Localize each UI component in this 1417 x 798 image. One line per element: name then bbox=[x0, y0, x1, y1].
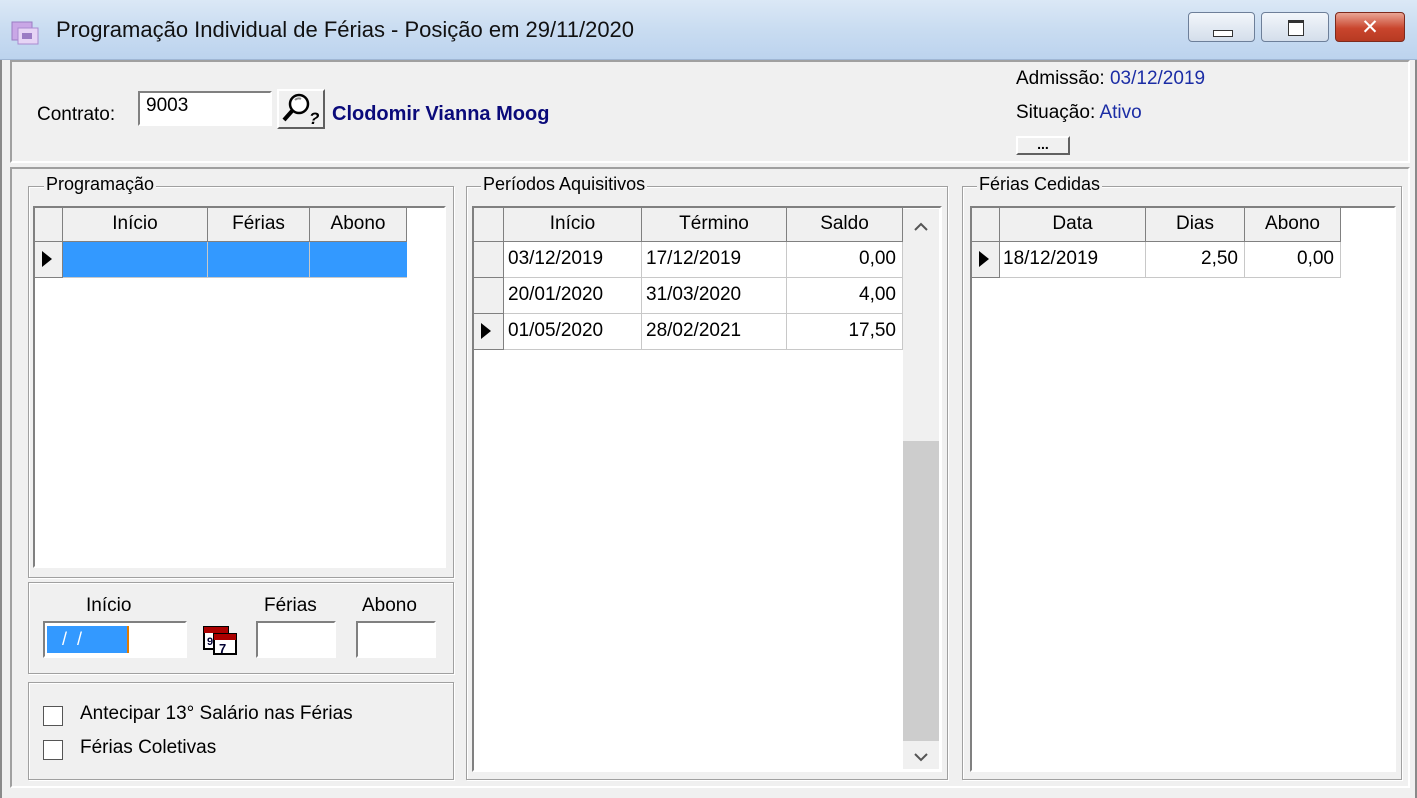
options-panel bbox=[28, 682, 454, 780]
more-button[interactable]: ... bbox=[1016, 136, 1070, 155]
search-button[interactable]: ? bbox=[277, 89, 325, 129]
periodos-title: Períodos Aquisitivos bbox=[481, 174, 648, 195]
periodos-row-indicator[interactable] bbox=[474, 314, 504, 350]
periodos-cell[interactable]: 0,00 bbox=[787, 242, 903, 278]
svg-text:7: 7 bbox=[219, 641, 226, 656]
situacao-value: Ativo bbox=[1099, 102, 1142, 123]
periodos-cell[interactable]: 20/01/2020 bbox=[504, 278, 642, 314]
periodos-cell[interactable]: 17/12/2019 bbox=[642, 242, 787, 278]
periodos-cell[interactable]: 28/02/2021 bbox=[642, 314, 787, 350]
scroll-up-icon[interactable] bbox=[912, 218, 930, 236]
edit-abono-label: Abono bbox=[362, 595, 417, 616]
periodos-col-termino[interactable]: Término bbox=[642, 208, 787, 242]
periodos-cell[interactable]: 03/12/2019 bbox=[504, 242, 642, 278]
scroll-down-icon[interactable] bbox=[912, 748, 930, 766]
programacao-row-indicator[interactable] bbox=[35, 242, 63, 278]
cedidas-title: Férias Cedidas bbox=[977, 174, 1103, 195]
cedidas-cell[interactable]: 18/12/2019 bbox=[1000, 242, 1146, 278]
table-row[interactable] bbox=[63, 242, 407, 278]
periodos-col-saldo[interactable]: Saldo bbox=[787, 208, 903, 242]
contrato-label: Contrato: bbox=[37, 104, 116, 125]
maximize-button[interactable] bbox=[1261, 12, 1329, 42]
ferias-input[interactable] bbox=[256, 621, 336, 658]
situacao-label: Situação: bbox=[1016, 102, 1096, 123]
minimize-icon bbox=[1213, 30, 1233, 37]
minimize-button[interactable] bbox=[1188, 12, 1255, 42]
calendar-button[interactable]: 7 9 bbox=[200, 624, 240, 656]
periodos-cell[interactable]: 17,50 bbox=[787, 314, 903, 350]
inicio-date-input[interactable]: / / bbox=[43, 621, 187, 658]
magnifier-help-icon: ? bbox=[282, 93, 320, 128]
admissao-row: Admissão: 03/12/2019 bbox=[1016, 68, 1205, 90]
admissao-value: 03/12/2019 bbox=[1109, 68, 1206, 89]
cedidas-col-abono[interactable]: Abono bbox=[1245, 208, 1341, 242]
periodos-cell[interactable]: 01/05/2020 bbox=[504, 314, 642, 350]
programacao-col-ferias[interactable]: Férias bbox=[208, 208, 310, 242]
maximize-icon bbox=[1288, 20, 1304, 36]
coletivas-label[interactable]: Férias Coletivas bbox=[80, 737, 216, 759]
svg-text:?: ? bbox=[309, 109, 320, 127]
coletivas-checkbox[interactable] bbox=[43, 740, 63, 760]
periodos-header-indicator bbox=[474, 208, 504, 242]
admissao-label: Admissão: bbox=[1016, 68, 1105, 89]
cedidas-row-indicator[interactable] bbox=[972, 242, 1000, 278]
cedidas-grid[interactable] bbox=[970, 206, 1396, 772]
periodos-row-indicator[interactable] bbox=[474, 242, 504, 278]
antecipar-checkbox[interactable] bbox=[43, 706, 63, 726]
close-button[interactable]: ✕ bbox=[1335, 12, 1405, 42]
cedidas-cell[interactable]: 2,50 bbox=[1146, 242, 1245, 278]
cedidas-header-indicator bbox=[972, 208, 1000, 242]
employee-name: Clodomir Vianna Moog bbox=[332, 103, 550, 125]
periodos-cell[interactable]: 4,00 bbox=[787, 278, 903, 314]
app-icon bbox=[11, 21, 39, 45]
abono-input[interactable] bbox=[356, 621, 436, 658]
programacao-title: Programação bbox=[44, 174, 157, 195]
edit-inicio-label: Início bbox=[86, 595, 132, 616]
window-frame-left bbox=[0, 60, 2, 798]
cedidas-col-data[interactable]: Data bbox=[1000, 208, 1146, 242]
programacao-col-inicio[interactable]: Início bbox=[63, 208, 208, 242]
programacao-col-abono[interactable]: Abono bbox=[310, 208, 407, 242]
antecipar-label[interactable]: Antecipar 13° Salário nas Férias bbox=[80, 703, 353, 725]
svg-text:9: 9 bbox=[207, 636, 213, 648]
programacao-header-indicator bbox=[35, 208, 63, 242]
periodos-row-indicator[interactable] bbox=[474, 278, 504, 314]
edit-ferias-label: Férias bbox=[264, 595, 317, 616]
close-icon: ✕ bbox=[1361, 15, 1379, 39]
periodos-col-inicio[interactable]: Início bbox=[504, 208, 642, 242]
calendar-icon: 7 9 bbox=[203, 626, 237, 656]
scrollbar-thumb[interactable] bbox=[903, 441, 939, 741]
situacao-row: Situação: Ativo bbox=[1016, 102, 1142, 124]
cedidas-cell[interactable]: 0,00 bbox=[1245, 242, 1341, 278]
cedidas-col-dias[interactable]: Dias bbox=[1146, 208, 1245, 242]
contrato-input[interactable]: 9003 bbox=[138, 91, 272, 126]
periodos-cell[interactable]: 31/03/2020 bbox=[642, 278, 787, 314]
inicio-date-text: / / bbox=[47, 626, 127, 653]
window-title: Programação Individual de Férias - Posiç… bbox=[56, 17, 635, 42]
